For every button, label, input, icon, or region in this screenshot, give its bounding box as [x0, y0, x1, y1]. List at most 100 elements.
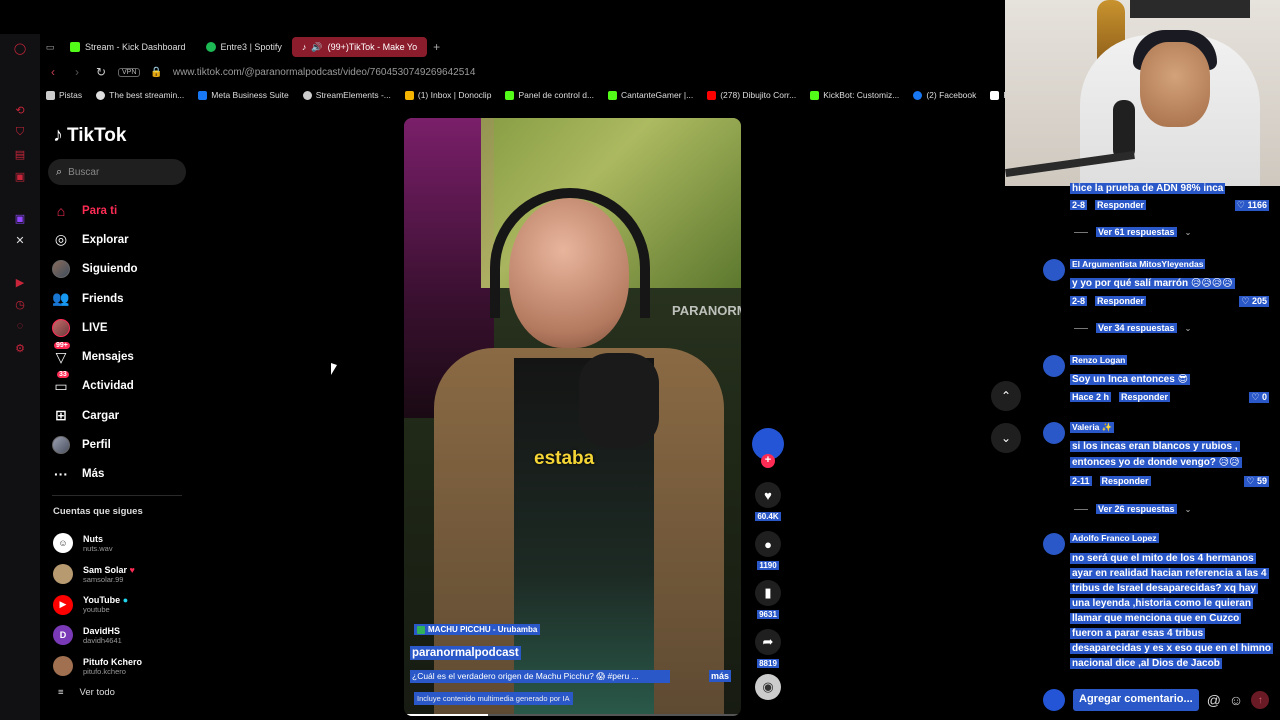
emoji-icon[interactable]: ☺: [1229, 692, 1243, 708]
tab-list-icon[interactable]: ▭: [40, 42, 60, 53]
bookmark-item[interactable]: (1) Inbox | Donoclip: [404, 90, 491, 100]
search-input[interactable]: ⌕ Buscar: [48, 159, 186, 185]
nav-item-friends[interactable]: 👥 Friends: [52, 284, 202, 313]
tab-tiktok[interactable]: ♪ 🔊 (99+)TikTok - Make Yo: [291, 37, 428, 57]
bookmark-item[interactable]: CantanteGamer |...: [608, 90, 693, 100]
share-icon[interactable]: ➦: [755, 629, 781, 655]
avatar[interactable]: [1043, 355, 1065, 377]
comment-like[interactable]: ♡ 1166: [1234, 200, 1269, 211]
kick-icon: [810, 90, 820, 100]
more-button[interactable]: más: [709, 670, 732, 682]
bookmark-item[interactable]: (2) Facebook: [913, 90, 976, 100]
follow-plus-icon[interactable]: +: [761, 454, 775, 468]
chat-icon[interactable]: ▤: [10, 144, 30, 164]
url-field[interactable]: www.tiktok.com/@paranormalpodcast/video/…: [173, 67, 476, 78]
avatar[interactable]: [1043, 533, 1065, 555]
twitch-icon[interactable]: ▣: [10, 208, 30, 228]
previous-video-button[interactable]: ⌃: [991, 381, 1021, 411]
comment-author[interactable]: Renzo Logan: [1070, 355, 1128, 365]
view-replies-button[interactable]: Ver 26 respuestas ⌄: [1074, 504, 1191, 514]
mention-icon[interactable]: @: [1207, 692, 1221, 708]
reply-button[interactable]: Responder: [1119, 392, 1171, 402]
see-all-button[interactable]: ≡ Ver todo: [58, 687, 115, 698]
back-icon[interactable]: ‹: [46, 65, 60, 79]
view-replies-button[interactable]: Ver 34 respuestas ⌄: [1074, 323, 1191, 333]
bookmarks-bar: Pistas The best streamin... Meta Busines…: [40, 87, 1005, 103]
video-player[interactable]: PARANORMAL estaba MACHU PICCHU - Urubamb…: [404, 118, 741, 716]
comment-text: llamar que menciona que en Cuzco: [1070, 611, 1242, 626]
next-video-button[interactable]: ⌄: [991, 423, 1021, 453]
view-replies-button[interactable]: Ver 61 respuestas ⌄: [1074, 227, 1191, 237]
tiktok-logo[interactable]: ♪ TikTok: [53, 124, 126, 147]
forward-icon[interactable]: ›: [70, 65, 84, 79]
clock-icon[interactable]: ◷: [10, 294, 30, 314]
tab-spotify[interactable]: Entre3 | Spotify: [196, 37, 292, 57]
following-item[interactable]: ☺ Nuts nuts.wav: [53, 528, 203, 559]
reply-button[interactable]: Responder: [1095, 200, 1147, 210]
comment-author[interactable]: Adolfo Franco Lopez: [1070, 533, 1159, 543]
comment-input[interactable]: Agregar comentario...: [1073, 689, 1199, 711]
settings-icon[interactable]: ⚙: [10, 338, 30, 358]
bookmark-item[interactable]: StreamElements -...: [302, 90, 391, 100]
video-location[interactable]: MACHU PICCHU - Urubamba: [414, 624, 541, 635]
bookmark-item[interactable]: The best streamin...: [96, 90, 184, 100]
video-author[interactable]: paranormalpodcast: [410, 646, 521, 660]
shopping-icon[interactable]: ⛉: [10, 122, 30, 142]
heart-icon[interactable]: ♥: [755, 482, 781, 508]
nav-item-explorar[interactable]: ◎ Explorar: [52, 225, 202, 254]
nav-item-live[interactable]: LIVE: [52, 313, 202, 342]
following-item[interactable]: ▶ YouTube ● youtube: [53, 589, 203, 620]
nav-item-actividad[interactable]: ▭ 33 Actividad: [52, 371, 202, 401]
like-count: 59: [1256, 476, 1267, 486]
nav-item-para-ti[interactable]: ⌂ Para ti: [52, 196, 202, 225]
nav-label: Cargar: [82, 409, 120, 422]
tab-kick[interactable]: Stream - Kick Dashboard: [60, 37, 196, 57]
send-icon[interactable]: ↑: [1251, 691, 1270, 709]
avatar[interactable]: [1043, 422, 1065, 444]
comment-icon[interactable]: ●: [755, 531, 781, 557]
facebook-icon: [913, 90, 923, 100]
reply-button[interactable]: Responder: [1099, 476, 1151, 486]
nav-item-perfil[interactable]: Perfil: [52, 430, 202, 459]
nav-item-siguiendo[interactable]: Siguiendo: [52, 255, 202, 284]
x-icon[interactable]: ✕: [10, 230, 30, 250]
bookmark-item[interactable]: Panel de control d...: [505, 90, 594, 100]
following-handle: nuts.wav: [83, 543, 113, 553]
history-icon[interactable]: ⟲: [10, 100, 30, 120]
upload-icon: ⊞: [55, 407, 67, 424]
comment-text-span: hice la prueba de ADN 98% inca: [1070, 183, 1226, 194]
following-item[interactable]: Sam Solar ♥ samsolar.99: [53, 559, 203, 590]
bookmark-icon[interactable]: ▮: [755, 580, 781, 606]
new-tab-button[interactable]: +: [433, 40, 440, 54]
pin-icon[interactable]: ◌: [10, 316, 30, 336]
reload-icon[interactable]: ↻: [94, 65, 108, 79]
nav-item-mensajes[interactable]: ▽ 99+ Mensajes: [52, 342, 202, 371]
nav-item-cargar[interactable]: ⊞ Cargar: [52, 401, 202, 430]
speaker-icon[interactable]: 🔊: [311, 42, 322, 53]
vpn-badge[interactable]: VPN: [118, 67, 141, 77]
avatar: D: [53, 625, 73, 646]
bookmark-item[interactable]: KickBot: Customiz...: [810, 90, 899, 100]
following-item[interactable]: Pitufo Kchero pitufo.kchero: [53, 651, 203, 682]
player-icon[interactable]: ▶: [10, 272, 30, 292]
comment-like[interactable]: ♡ 0: [1249, 392, 1269, 403]
comment-author[interactable]: Valeria ✨: [1070, 422, 1115, 433]
comment-like[interactable]: ♡ 205: [1239, 296, 1269, 307]
avatar[interactable]: [1043, 259, 1065, 281]
bookmark-item[interactable]: Pistas: [46, 90, 82, 100]
following-item[interactable]: D DavidHS davidh4641: [53, 620, 203, 651]
opera-logo-icon[interactable]: ◯: [10, 38, 30, 58]
nav-item-mas[interactable]: ··· Más: [52, 460, 202, 489]
comment-author[interactable]: El Argumentista MitosYleyendas: [1070, 259, 1206, 269]
bookmark-item[interactable]: Fr: [990, 90, 1005, 100]
video-progress-bar[interactable]: [404, 714, 741, 716]
following-name-text: YouTube: [83, 595, 121, 606]
reply-button[interactable]: Responder: [1095, 296, 1147, 306]
author-avatar[interactable]: +: [752, 428, 784, 468]
music-disc-icon[interactable]: ◉: [755, 674, 781, 700]
bookmark-item[interactable]: (278) Dibujito Corr...: [707, 90, 796, 100]
like-count: 0: [1261, 392, 1267, 402]
bookmark-item[interactable]: Meta Business Suite: [198, 90, 289, 100]
comment-like[interactable]: ♡ 59: [1244, 476, 1269, 487]
bookmark-panel-icon[interactable]: ▣: [10, 166, 30, 186]
